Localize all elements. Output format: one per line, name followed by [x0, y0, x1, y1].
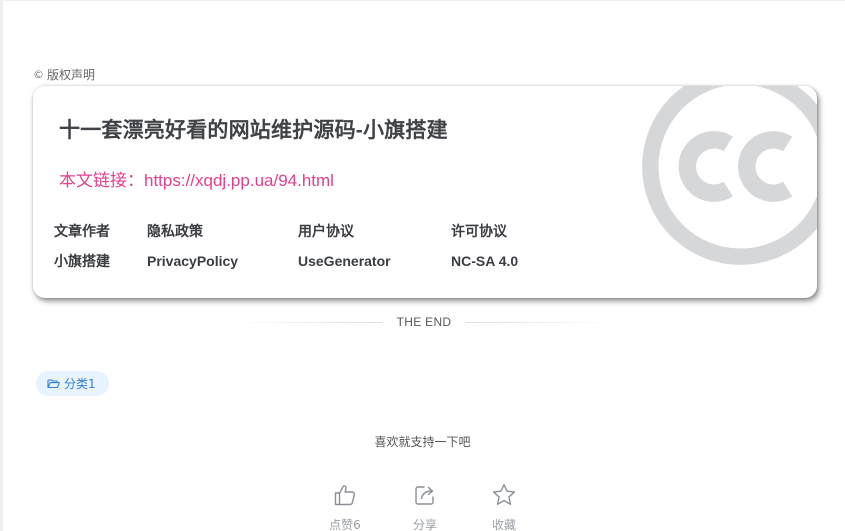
share-label: 分享 [412, 518, 437, 531]
info-agreement: 用户协议 UseGenerator [298, 222, 391, 272]
like-label: 点赞6 [329, 518, 361, 531]
info-privacy-head: 隐私政策 [147, 223, 203, 239]
category-label: 分类1 [64, 377, 96, 391]
info-agreement-value[interactable]: UseGenerator [298, 252, 391, 272]
category-tag[interactable]: 分类1 [36, 371, 109, 396]
favorite-button[interactable]: 收藏 [474, 482, 534, 531]
page: © 版权声明 十一套漂亮好看的网站维护源码-小旗搭建 本文链接：https://… [0, 0, 845, 531]
the-end-divider: THE END [233, 313, 615, 331]
copyright-heading: © 版权声明 [33, 66, 95, 83]
support-text: 喜欢就支持一下吧 [374, 435, 471, 449]
info-license: 许可协议 NC-SA 4.0 [451, 222, 518, 272]
info-license-value[interactable]: NC-SA 4.0 [451, 252, 518, 272]
info-privacy: 隐私政策 PrivacyPolicy [147, 222, 238, 272]
copyright-label: 版权声明 [47, 68, 96, 82]
share-icon [412, 482, 438, 508]
copyright-card: 十一套漂亮好看的网站维护源码-小旗搭建 本文链接：https://xqdj.pp… [33, 86, 817, 298]
folder-open-icon [47, 379, 60, 389]
like-button[interactable]: 点赞6 [315, 482, 375, 531]
info-author-value: 小旗搭建 [54, 253, 110, 269]
favorite-label: 收藏 [491, 518, 516, 531]
info-privacy-value[interactable]: PrivacyPolicy [147, 252, 238, 272]
share-button[interactable]: 分享 [395, 482, 455, 531]
divider-line-left [233, 321, 383, 323]
post-title: 十一套漂亮好看的网站维护源码-小旗搭建 [59, 119, 448, 142]
the-end-text: THE END [396, 315, 452, 329]
creative-commons-icon [642, 86, 817, 265]
post-link-prefix: 本文链接： [59, 171, 144, 190]
thumbs-up-icon [332, 482, 358, 508]
info-agreement-head: 用户协议 [298, 223, 354, 239]
post-link[interactable]: https://xqdj.pp.ua/94.html [144, 171, 334, 190]
post-link-row: 本文链接：https://xqdj.pp.ua/94.html [59, 166, 334, 191]
left-border [0, 0, 3, 531]
copyright-icon: © [33, 68, 44, 81]
info-author-head: 文章作者 [54, 223, 110, 239]
info-author: 文章作者 小旗搭建 [54, 222, 110, 272]
info-license-head: 许可协议 [451, 223, 507, 239]
divider-line-right [465, 321, 615, 323]
star-icon [491, 482, 517, 508]
top-divider [3, 0, 845, 1]
